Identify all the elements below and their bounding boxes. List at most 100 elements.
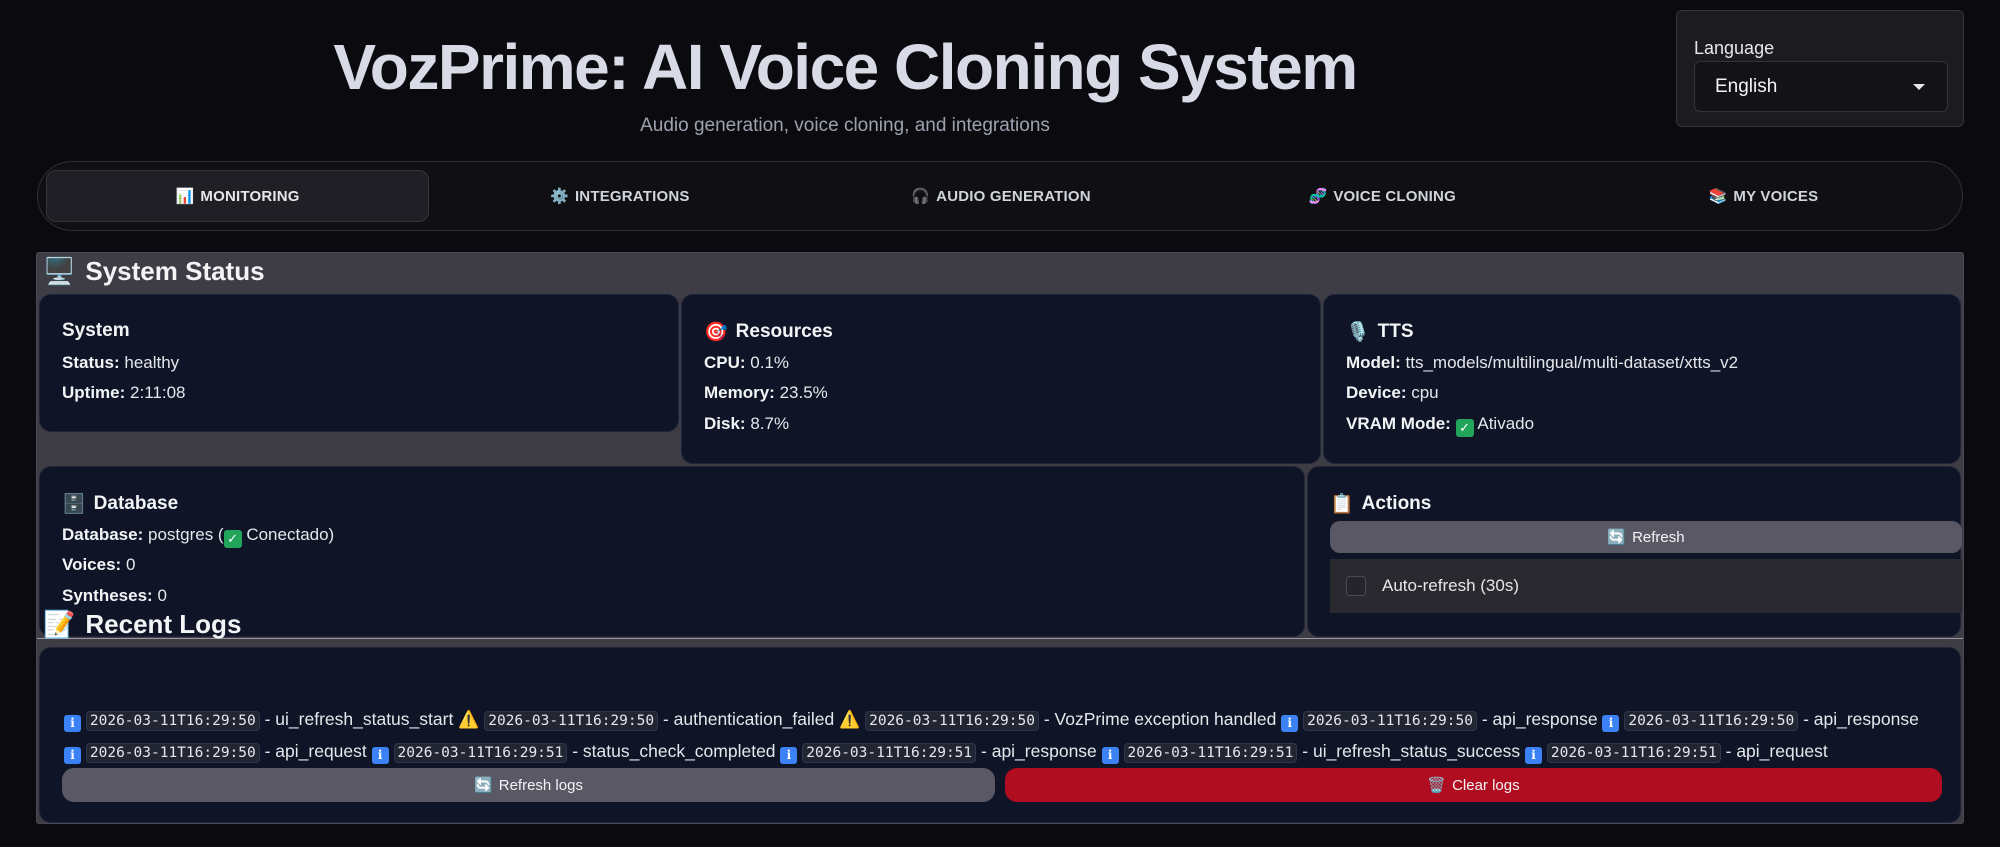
recent-logs-heading: 📝 Recent Logs [43,609,241,640]
uptime-row: Uptime: 2:11:08 [62,383,186,402]
refresh-button[interactable]: 🔄 Refresh [1330,521,1962,553]
card-title: 🎯 Resources [704,321,833,343]
log-message: - authentication_failed [658,709,840,729]
log-timestamp: 2026-03-11T16:29:51 [1123,743,1298,763]
disk-row: Disk: 8.7% [704,414,790,433]
log-entry: i 2026-03-11T16:29:50 - api_request [64,741,372,764]
log-message: - VozPrime exception handled [1038,709,1282,729]
auto-refresh-label: Auto-refresh (30s) [1382,576,1519,595]
cpu-value: 0.1% [750,353,790,372]
log-timestamp: 2026-03-11T16:29:50 [85,743,260,763]
clear-logs-button[interactable]: 🗑️ Clear logs [1005,768,1942,802]
button-label: Clear logs [1452,776,1520,794]
tab-voice-cloning[interactable]: 🧬 VOICE CLONING [1192,170,1573,222]
log-entries: i 2026-03-11T16:29:50 - ui_refresh_statu… [64,704,1936,768]
log-message: - api_response [1798,709,1919,729]
headphones-icon: 🎧 [911,188,931,205]
log-entry: i 2026-03-11T16:29:50 - api_response [1281,709,1603,732]
log-entry: i 2026-03-11T16:29:50 - api_response [1602,709,1919,732]
uptime-value: 2:11:08 [130,383,186,402]
tab-label: VOICE CLONING [1333,187,1456,205]
trash-icon: 🗑️ [1427,777,1447,794]
log-entry: i 2026-03-11T16:29:51 - api_request [1525,741,1828,764]
syntheses-row: Syntheses: 0 [62,586,167,605]
tab-label: MY VOICES [1733,187,1819,205]
chart-icon: 📊 [175,188,195,205]
language-selected-value: English [1715,75,1778,97]
tab-integrations[interactable]: ⚙️ INTEGRATIONS [429,170,810,222]
memory-value: 23.5% [779,383,828,402]
log-entry: ⚠️ 2026-03-11T16:29:50 - authentication_… [458,709,840,731]
tab-monitoring[interactable]: 📊 MONITORING [46,170,430,222]
page-subtitle: Audio generation, voice cloning, and int… [640,115,1050,136]
status-value: healthy [124,353,180,372]
main-tabs: 📊 MONITORING ⚙️ INTEGRATIONS 🎧 AUDIO GEN… [37,161,1963,231]
info-icon: i [1281,715,1299,732]
desktop-computer-icon: 🖥️ [43,256,76,286]
log-entry: i 2026-03-11T16:29:51 - ui_refresh_statu… [1101,741,1526,764]
info-icon: i [1101,747,1119,764]
card-title: 📋 Actions [1330,493,1432,515]
log-timestamp: 2026-03-11T16:29:50 [1624,711,1799,731]
info-icon: i [780,747,798,764]
microphone-icon: 🎙️ [1346,322,1370,343]
database-row: Database: postgres (✓ Conectado) [62,525,335,548]
vram-row: VRAM Mode: ✓ Ativado [1346,414,1535,437]
log-message: - api_request [259,741,372,761]
log-entry: ⚠️ 2026-03-11T16:29:50 - VozPrime except… [839,709,1282,731]
tab-my-voices[interactable]: 📚 MY VOICES [1573,170,1954,222]
tab-label: MONITORING [200,187,300,205]
gear-icon: ⚙️ [550,188,569,205]
info-icon: i [1602,715,1620,732]
model-value: tts_models/multilingual/multi-dataset/xt… [1405,353,1739,372]
database-icon: 🗄️ [62,494,86,515]
button-label: Refresh [1632,528,1685,546]
device-row: Device: cpu [1346,383,1439,402]
log-timestamp: 2026-03-11T16:29:50 [1303,711,1477,731]
log-entry: i 2026-03-11T16:29:51 - api_response [780,741,1102,764]
log-message: - api_response [976,741,1102,761]
info-icon: i [371,747,389,764]
target-icon: 🎯 [704,322,728,343]
clipboard-icon: 📋 [1330,494,1354,515]
log-timestamp: 2026-03-11T16:29:50 [85,711,260,731]
dna-icon: 🧬 [1308,188,1328,205]
vram-value: Ativado [1477,414,1535,433]
database-status: Conectado) [246,525,335,544]
tab-label: INTEGRATIONS [574,187,690,205]
voices-row: Voices: 0 [62,555,136,574]
language-label: Language [1694,38,1775,58]
button-label: Refresh logs [498,776,583,794]
log-timestamp: 2026-03-11T16:29:51 [393,743,568,763]
log-message: - ui_refresh_status_start [259,709,459,729]
memo-icon: 📝 [43,609,76,639]
warning-icon: ⚠️ [458,710,480,729]
language-panel: Language English [1676,10,1964,127]
log-message: - ui_refresh_status_success [1297,741,1526,761]
log-entry: i 2026-03-11T16:29:50 - ui_refresh_statu… [64,709,459,732]
auto-refresh-checkbox[interactable] [1346,576,1366,596]
tts-card: 🎙️ TTS Model: tts_models/multilingual/mul… [1323,294,1961,464]
cpu-row: CPU: 0.1% [704,353,790,372]
tab-label: AUDIO GENERATION [936,187,1091,205]
voices-value: 0 [125,555,136,574]
log-timestamp: 2026-03-11T16:29:51 [802,743,977,763]
log-message: - api_response [1476,709,1603,729]
refresh-icon: 🔄 [474,777,493,794]
disk-value: 8.7% [750,414,790,433]
tab-audio-generation[interactable]: 🎧 AUDIO GENERATION [810,170,1191,222]
check-icon: ✓ [223,530,242,548]
logs-card: i 2026-03-11T16:29:50 - ui_refresh_statu… [39,647,1961,823]
status-row: Status: healthy [62,353,180,372]
auto-refresh-option: Auto-refresh (30s) [1330,559,1962,613]
log-timestamp: 2026-03-11T16:29:50 [484,711,659,731]
language-select[interactable]: English [1694,61,1948,112]
log-entry: i 2026-03-11T16:29:51 - status_check_com… [371,741,781,764]
card-title: 🗄️ Database [62,493,179,515]
card-title: 🎙️ TTS [1346,321,1414,343]
refresh-logs-button[interactable]: 🔄 Refresh logs [62,768,995,802]
memory-row: Memory: 23.5% [704,383,828,402]
chevron-down-icon [1913,83,1925,90]
books-icon: 📚 [1708,188,1728,205]
actions-card: 📋 Actions 🔄 Refresh Auto-refresh (30s) [1307,466,1962,637]
